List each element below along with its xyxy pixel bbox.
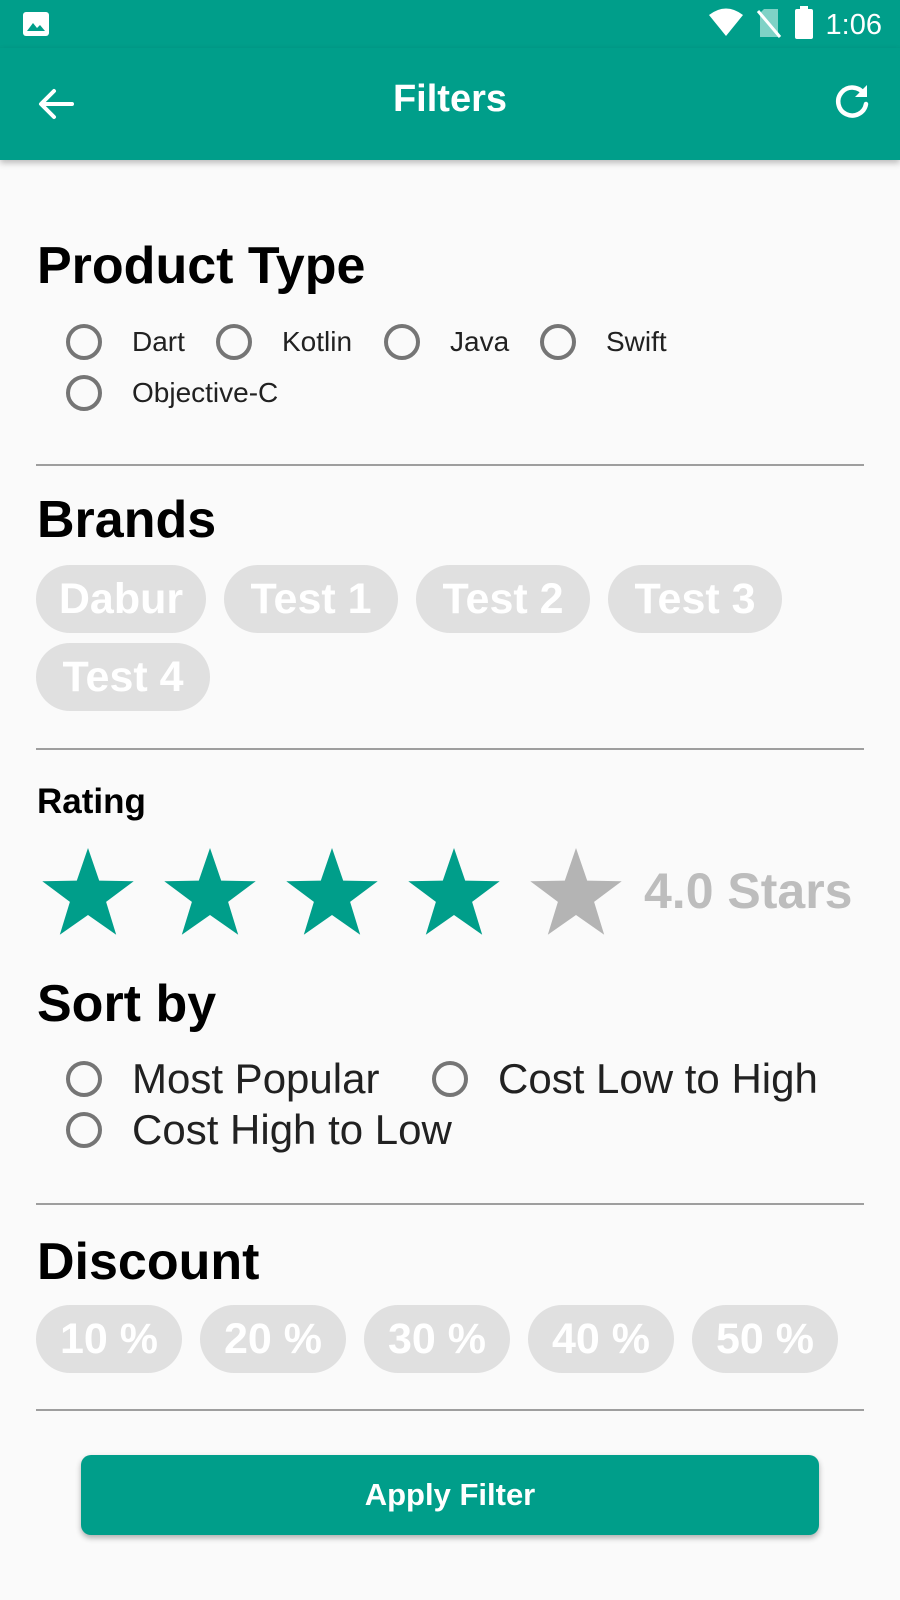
gallery-notification-icon: [22, 11, 50, 42]
radio-label: Dart: [132, 326, 185, 357]
discount-chip-50[interactable]: 50 %: [692, 1305, 838, 1373]
divider: [36, 748, 864, 750]
radio-button[interactable]: [66, 324, 102, 360]
radio-option-java[interactable]: Java: [384, 324, 509, 360]
page-title: Filters: [392, 78, 508, 120]
brand-chip-dabur[interactable]: Dabur: [36, 565, 206, 633]
radio-button[interactable]: [384, 324, 420, 360]
radio-button[interactable]: [66, 375, 102, 411]
sort-by-title: Sort by: [37, 975, 217, 1033]
brand-chip-test-3[interactable]: Test 3: [608, 565, 782, 633]
radio-label: Kotlin: [282, 326, 353, 357]
discount-title: Discount: [37, 1233, 260, 1291]
sort-option-most-popular[interactable]: Most Popular: [66, 1055, 379, 1103]
radio-option-objective-c[interactable]: Objective-C: [66, 375, 278, 411]
radio-label: Swift: [606, 326, 667, 357]
star-filled-icon[interactable]: [40, 846, 136, 938]
radio-button[interactable]: [540, 324, 576, 360]
product-type-title: Product Type: [37, 237, 366, 295]
brands-title: Brands: [37, 491, 217, 549]
star-empty-icon[interactable]: [528, 846, 624, 938]
radio-button[interactable]: [432, 1061, 468, 1097]
apply-filter-button[interactable]: Apply Filter: [81, 1455, 819, 1535]
radio-button[interactable]: [66, 1061, 102, 1097]
divider: [36, 464, 864, 466]
radio-option-swift[interactable]: Swift: [540, 324, 667, 360]
brand-chip-test-4[interactable]: Test 4: [36, 643, 210, 711]
divider: [36, 1203, 864, 1205]
app-bar: Filters: [0, 48, 900, 160]
brand-chip-test-2[interactable]: Test 2: [416, 565, 590, 633]
wifi-icon: [708, 8, 744, 43]
sort-option-cost-low-to-high[interactable]: Cost Low to High: [432, 1055, 818, 1103]
divider: [36, 1409, 864, 1411]
rating-value-text: 4.0 Stars: [644, 863, 853, 919]
discount-chip-10[interactable]: 10 %: [36, 1305, 182, 1373]
refresh-icon[interactable]: [832, 82, 872, 122]
status-bar: 1:06: [0, 0, 900, 48]
brand-chip-test-1[interactable]: Test 1: [224, 565, 398, 633]
rating-title: Rating: [37, 782, 146, 821]
sort-option-cost-high-to-low[interactable]: Cost High to Low: [66, 1106, 452, 1154]
radio-button[interactable]: [216, 324, 252, 360]
discount-chip-20[interactable]: 20 %: [200, 1305, 346, 1373]
star-filled-icon[interactable]: [162, 846, 258, 938]
radio-label: Java: [450, 326, 510, 357]
radio-option-dart[interactable]: Dart: [66, 324, 185, 360]
discount-chip-40[interactable]: 40 %: [528, 1305, 674, 1373]
status-time: 1:06: [825, 9, 882, 41]
radio-label: Cost Low to High: [498, 1055, 818, 1102]
radio-option-kotlin[interactable]: Kotlin: [216, 324, 352, 360]
no-sim-icon: [756, 7, 782, 44]
battery-icon: [794, 6, 814, 45]
star-filled-icon[interactable]: [284, 846, 380, 938]
radio-label: Objective-C: [132, 377, 279, 408]
discount-chip-30[interactable]: 30 %: [364, 1305, 510, 1373]
radio-button[interactable]: [66, 1112, 102, 1148]
radio-label: Most Popular: [132, 1055, 380, 1102]
rating-stars[interactable]: [40, 846, 650, 938]
radio-label: Cost High to Low: [132, 1106, 452, 1153]
star-filled-icon[interactable]: [406, 846, 502, 938]
